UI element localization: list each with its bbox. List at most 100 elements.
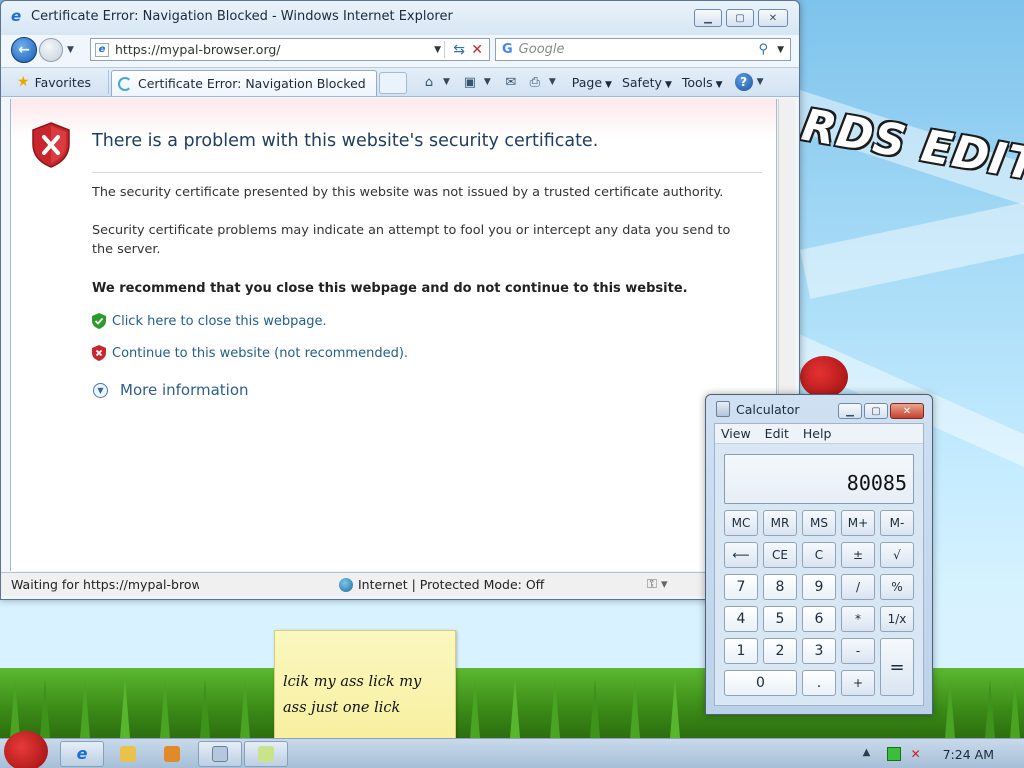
divider — [92, 172, 762, 173]
calculator-display: 80085 — [724, 454, 914, 504]
key-sqrt[interactable]: √ — [880, 542, 914, 568]
refresh-icon[interactable]: ⇆ — [453, 42, 465, 58]
ie-title-bar[interactable]: e Certificate Error: Navigation Blocked … — [1, 1, 799, 35]
calc-maximize-button[interactable]: ▢ — [864, 403, 888, 419]
key-9[interactable]: 9 — [802, 574, 836, 600]
taskbar-ie-button[interactable]: e — [60, 741, 104, 767]
clock[interactable]: 7:24 AM — [943, 747, 994, 762]
print-dropdown-icon[interactable]: ▼ — [549, 77, 556, 87]
key-m-minus[interactable]: M- — [880, 510, 914, 536]
key-c[interactable]: C — [802, 542, 836, 568]
address-url[interactable]: https://mypal-browser.org/ — [115, 42, 281, 57]
print-icon[interactable]: ⎙ — [525, 72, 545, 92]
page-menu[interactable]: Page ▼ — [572, 75, 612, 90]
mail-icon[interactable]: ✉ — [501, 72, 521, 92]
ie-logo-icon: e — [11, 7, 22, 25]
close-webpage-link[interactable]: Click here to close this webpage. — [112, 314, 327, 329]
search-box[interactable]: G Google ⚲ ▼ — [495, 38, 791, 61]
minimize-button[interactable]: ▁ — [694, 9, 722, 27]
back-button[interactable]: ← — [11, 37, 37, 63]
key-4[interactable]: 4 — [724, 606, 758, 632]
start-button[interactable] — [4, 731, 48, 768]
red-shield-icon — [92, 345, 106, 361]
key-ce[interactable]: CE — [763, 542, 797, 568]
key-2[interactable]: 2 — [763, 638, 797, 664]
menu-view[interactable]: View — [721, 426, 751, 441]
calculator-body: View Edit Help 80085 MC MR MS M+ M- ⟵ CE… — [714, 423, 924, 706]
safety-menu[interactable]: Safety ▼ — [622, 75, 672, 90]
maximize-button[interactable]: ▢ — [726, 9, 754, 27]
calculator-window: Calculator ▁ ▢ ✕ View Edit Help 80085 MC… — [705, 394, 933, 715]
key-1[interactable]: 1 — [724, 638, 758, 664]
key-5[interactable]: 5 — [763, 606, 797, 632]
home-dropdown-icon[interactable]: ▼ — [443, 77, 450, 87]
system-tray: ▲ ✕ 7:24 AM — [863, 739, 1024, 768]
key-backspace[interactable]: ⟵ — [724, 542, 758, 568]
battery-icon[interactable] — [886, 747, 901, 761]
key-6[interactable]: 6 — [802, 606, 836, 632]
tab-certificate-error[interactable]: Certificate Error: Navigation Blocked — [111, 70, 377, 96]
key-reciprocal[interactable]: 1/x — [880, 606, 914, 632]
key-decimal[interactable]: . — [802, 670, 836, 696]
search-icon[interactable]: ⚲ — [758, 42, 768, 57]
address-bar[interactable]: e https://mypal-browser.org/ ▼ ⇆ ✕ — [90, 38, 490, 61]
taskbar-media-player-button[interactable] — [154, 741, 190, 767]
calc-minimize-button[interactable]: ▁ — [838, 403, 862, 419]
stop-icon[interactable]: ✕ — [471, 42, 483, 58]
sticky-note[interactable]: lcik my ass lick my ass just one lick — [274, 630, 456, 740]
taskbar-explorer-button[interactable] — [110, 741, 146, 767]
key-3[interactable]: 3 — [802, 638, 836, 664]
key-mc[interactable]: MC — [724, 510, 758, 536]
address-dropdown-icon[interactable]: ▼ — [434, 45, 441, 55]
explanation-paragraph-1: The security certificate presented by th… — [92, 185, 724, 200]
key-subtract[interactable]: - — [841, 638, 875, 664]
key-8[interactable]: 8 — [763, 574, 797, 600]
safety-menu-label: Safety — [621, 74, 662, 90]
key-7[interactable]: 7 — [724, 574, 758, 600]
history-dropdown-icon[interactable]: ▼ — [67, 45, 74, 55]
search-dropdown-icon[interactable]: ▼ — [777, 45, 784, 55]
new-tab-button[interactable] — [379, 72, 407, 94]
star-icon: ★ — [17, 74, 30, 90]
feed-dropdown-icon[interactable]: ▼ — [484, 77, 491, 87]
forward-button[interactable] — [39, 38, 63, 62]
key-equals[interactable]: = — [880, 638, 914, 696]
tools-menu[interactable]: Tools ▼ — [682, 75, 723, 90]
key-multiply[interactable]: * — [841, 606, 875, 632]
close-button[interactable]: ✕ — [758, 9, 788, 27]
taskbar-sticky-notes-button[interactable] — [244, 741, 288, 767]
close-webpage-row[interactable]: Click here to close this webpage. — [92, 313, 327, 329]
key-0[interactable]: 0 — [724, 670, 797, 696]
help-dropdown-icon[interactable]: ▼ — [757, 77, 764, 87]
menu-edit[interactable]: Edit — [765, 426, 789, 441]
volume-muted-icon[interactable]: ✕ — [911, 747, 925, 761]
show-hidden-icons-icon[interactable]: ▲ — [863, 747, 877, 761]
key-percent[interactable]: % — [880, 574, 914, 600]
search-placeholder[interactable]: Google — [519, 42, 565, 57]
page-headline: There is a problem with this website's s… — [92, 131, 599, 151]
favorites-button[interactable]: ★ Favorites — [9, 70, 109, 94]
key-ms[interactable]: MS — [802, 510, 836, 536]
help-icon[interactable]: ? — [734, 73, 753, 91]
key-m-plus[interactable]: M+ — [841, 510, 875, 536]
tools-menu-label: Tools — [681, 74, 713, 90]
calculator-icon — [716, 401, 730, 417]
rss-feed-icon[interactable]: ▣ — [460, 72, 480, 92]
security-lock-icon[interactable]: ⚿ ▾ — [647, 577, 668, 592]
key-divide[interactable]: / — [841, 574, 875, 600]
key-mr[interactable]: MR — [763, 510, 797, 536]
home-icon[interactable]: ⌂ — [419, 72, 439, 92]
ie-icon: e — [76, 744, 88, 763]
key-plus-minus[interactable]: ± — [841, 542, 875, 568]
key-add[interactable]: + — [841, 670, 875, 696]
continue-website-row[interactable]: Continue to this website (not recommende… — [92, 345, 408, 361]
calc-close-button[interactable]: ✕ — [890, 403, 924, 419]
more-information-toggle[interactable]: ▼ More information — [93, 381, 249, 399]
continue-website-link[interactable]: Continue to this website (not recommende… — [112, 346, 408, 361]
ie-window-controls: ▁ ▢ ✕ — [694, 9, 788, 27]
wallpaper-bird — [800, 356, 848, 398]
taskbar-calculator-button[interactable] — [198, 741, 242, 767]
internet-zone-icon — [339, 577, 353, 592]
sticky-note-text[interactable]: lcik my ass lick my ass just one lick — [283, 669, 449, 721]
menu-help[interactable]: Help — [803, 426, 832, 441]
